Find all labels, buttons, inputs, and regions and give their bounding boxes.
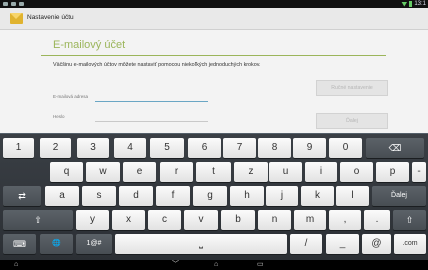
key[interactable]: c bbox=[148, 210, 181, 230]
status-time: 13:1 bbox=[414, 1, 426, 7]
symbols-key[interactable]: 1@# bbox=[76, 234, 112, 254]
key[interactable]: . bbox=[364, 210, 390, 230]
key[interactable]: 8 bbox=[258, 138, 291, 158]
shift-key-right[interactable]: ⇧ bbox=[393, 210, 426, 230]
status-bar: 13:1 bbox=[0, 0, 428, 8]
key[interactable]: r bbox=[160, 162, 193, 182]
email-field[interactable] bbox=[95, 101, 208, 102]
battery-icon bbox=[409, 1, 413, 7]
key[interactable]: p bbox=[376, 162, 409, 182]
heading-divider bbox=[41, 55, 386, 56]
key[interactable]: 1 bbox=[3, 138, 34, 158]
password-field[interactable] bbox=[95, 121, 208, 122]
key[interactable]: n bbox=[258, 210, 291, 230]
globe-icon: 🌐 bbox=[52, 240, 61, 247]
password-label: Heslo bbox=[53, 114, 65, 119]
keyboard-row-home: ⇄ a s d f g h j k l Ďalej bbox=[0, 186, 428, 206]
key[interactable]: j bbox=[266, 186, 298, 206]
keyboard-row-bottom-letters: ⇧ y x c v b n m , . ⇧ bbox=[0, 210, 428, 230]
underscore-key[interactable]: _ bbox=[326, 234, 359, 254]
key[interactable]: 5 bbox=[150, 138, 184, 158]
key[interactable]: b bbox=[221, 210, 255, 230]
shift-icon: ⇧ bbox=[34, 215, 42, 225]
key[interactable]: k bbox=[301, 186, 334, 206]
key[interactable]: x bbox=[112, 210, 145, 230]
key[interactable]: e bbox=[123, 162, 156, 182]
enter-key[interactable]: Ďalej bbox=[372, 186, 426, 206]
key[interactable]: f bbox=[156, 186, 190, 206]
key[interactable]: s bbox=[82, 186, 116, 206]
key[interactable]: 3 bbox=[77, 138, 109, 158]
on-screen-keyboard: 1 2 3 4 5 6 7 8 9 0 ⌫ q w e r t z u i o … bbox=[0, 133, 428, 261]
key[interactable]: l bbox=[336, 186, 369, 206]
tab-key[interactable]: ⇄ bbox=[3, 186, 41, 206]
next-button[interactable]: Ďalej bbox=[316, 113, 388, 129]
shift-key-left[interactable]: ⇧ bbox=[3, 210, 73, 230]
key[interactable]: d bbox=[119, 186, 153, 206]
wifi-icon bbox=[401, 1, 408, 7]
key[interactable]: 6 bbox=[188, 138, 221, 158]
key[interactable]: 4 bbox=[114, 138, 146, 158]
key[interactable]: i bbox=[305, 162, 337, 182]
manual-setup-button[interactable]: Ručné nastavenie bbox=[316, 80, 388, 96]
hide-keyboard-icon[interactable]: ﹀ bbox=[172, 261, 179, 269]
keyboard-row-qwerty: q w e r t z u i o p - bbox=[0, 162, 428, 182]
key[interactable]: m bbox=[294, 210, 326, 230]
form-description: Väčšinu e-mailových účtov môžete nastavi… bbox=[53, 62, 261, 68]
key[interactable]: - bbox=[412, 162, 426, 182]
account-setup-form: E-mailový účet Väčšinu e-mailových účtov… bbox=[0, 30, 428, 133]
shift-icon: ⇧ bbox=[405, 215, 414, 225]
keyboard-row-function: ⌨ 🌐 1@# ⎵ / _ @ .com bbox=[0, 234, 428, 254]
key[interactable]: q bbox=[50, 162, 83, 182]
keyboard-row-numbers: 1 2 3 4 5 6 7 8 9 0 ⌫ bbox=[0, 138, 428, 158]
key[interactable]: , bbox=[329, 210, 361, 230]
key[interactable]: y bbox=[76, 210, 109, 230]
page-title: Nastavenie účtu bbox=[27, 14, 74, 21]
key[interactable]: z bbox=[234, 162, 268, 182]
dotcom-key[interactable]: .com bbox=[394, 234, 426, 254]
key[interactable]: 7 bbox=[223, 138, 256, 158]
envelope-icon bbox=[10, 13, 23, 24]
backspace-icon: ⌫ bbox=[388, 143, 402, 153]
key[interactable]: 2 bbox=[40, 138, 71, 158]
key[interactable]: h bbox=[230, 186, 264, 206]
tab-icon: ⇄ bbox=[18, 191, 26, 201]
key[interactable]: v bbox=[184, 210, 218, 230]
action-bar: Nastavenie účtu bbox=[0, 8, 428, 30]
key[interactable]: 0 bbox=[329, 138, 362, 158]
key[interactable]: t bbox=[196, 162, 231, 182]
at-key[interactable]: @ bbox=[362, 234, 391, 254]
space-icon: ⎵ bbox=[199, 238, 203, 249]
key[interactable]: w bbox=[86, 162, 120, 182]
keyboard-icon: ⌨ bbox=[13, 239, 26, 249]
status-indicators: 13:1 bbox=[401, 0, 426, 8]
key[interactable]: u bbox=[269, 162, 302, 182]
key[interactable]: 9 bbox=[293, 138, 326, 158]
email-label: E-mailová adresa bbox=[53, 94, 89, 99]
space-key[interactable]: ⎵ bbox=[115, 234, 287, 254]
home-icon[interactable]: ⌂ bbox=[214, 261, 218, 269]
form-heading: E-mailový účet bbox=[53, 39, 126, 51]
key[interactable]: g bbox=[193, 186, 227, 206]
backspace-key[interactable]: ⌫ bbox=[366, 138, 424, 158]
keyboard-settings-key[interactable]: ⌨ bbox=[3, 234, 36, 254]
language-key[interactable]: 🌐 bbox=[40, 234, 73, 254]
key[interactable]: a bbox=[45, 186, 79, 206]
recent-apps-icon[interactable]: ▭ bbox=[257, 261, 264, 269]
status-notification-icons bbox=[3, 0, 24, 8]
slash-key[interactable]: / bbox=[290, 234, 322, 254]
back-icon[interactable]: ⌂ bbox=[14, 261, 18, 269]
navigation-bar: ⌂ ﹀ ⌂ ▭ bbox=[0, 260, 428, 270]
key[interactable]: o bbox=[340, 162, 373, 182]
